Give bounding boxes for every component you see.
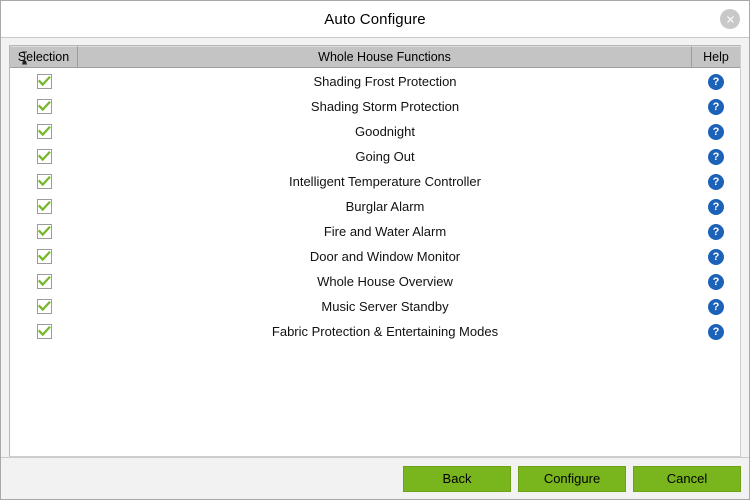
help-icon[interactable]: ?: [708, 73, 724, 90]
function-name: Fabric Protection & Entertaining Modes: [271, 324, 499, 339]
selection-cell: [10, 174, 78, 189]
table-row: Going Out?: [10, 144, 740, 169]
column-header-help-label: Help: [703, 50, 729, 64]
column-header-functions-label: Whole House Functions: [318, 50, 451, 64]
help-icon[interactable]: ?: [708, 223, 724, 240]
table-body: Shading Frost Protection? Shading Storm P…: [10, 68, 740, 456]
column-header-selection-label: Selection: [17, 50, 70, 64]
help-icon[interactable]: ?: [708, 248, 724, 265]
dialog-footer: Back Configure Cancel: [1, 457, 749, 499]
help-cell: ?: [692, 273, 740, 290]
table-row: Whole House Overview?: [10, 269, 740, 294]
help-cell: ?: [692, 148, 740, 165]
function-name: Burglar Alarm: [345, 199, 425, 214]
function-name: Going Out: [355, 149, 415, 164]
help-icon[interactable]: ?: [708, 148, 724, 165]
table-row: Burglar Alarm?: [10, 194, 740, 219]
selection-cell: [10, 299, 78, 314]
selection-cell: [10, 124, 78, 139]
configure-button[interactable]: Configure: [518, 465, 626, 492]
function-name: Door and Window Monitor: [309, 249, 461, 264]
close-icon[interactable]: [720, 9, 740, 29]
back-button[interactable]: Back: [403, 465, 511, 492]
table-row: Fire and Water Alarm?: [10, 219, 740, 244]
selection-cell: [10, 149, 78, 164]
row-checkbox[interactable]: [36, 149, 52, 164]
selection-cell: [10, 274, 78, 289]
function-name: Shading Frost Protection: [313, 74, 457, 89]
help-icon[interactable]: ?: [708, 298, 724, 315]
row-checkbox[interactable]: [36, 249, 52, 264]
row-checkbox[interactable]: [36, 299, 52, 314]
table-row: Shading Storm Protection?: [10, 94, 740, 119]
table-row: Door and Window Monitor?: [10, 244, 740, 269]
selection-cell: [10, 199, 78, 214]
row-checkbox[interactable]: [36, 99, 52, 114]
row-checkbox[interactable]: [36, 324, 52, 339]
selection-cell: [10, 224, 78, 239]
help-cell: ?: [692, 198, 740, 215]
function-name: Whole House Overview: [317, 274, 453, 289]
row-checkbox[interactable]: [36, 224, 52, 239]
function-name: Intelligent Temperature Controller: [289, 174, 481, 189]
cancel-button[interactable]: Cancel: [633, 465, 741, 492]
help-cell: ?: [692, 248, 740, 265]
table-row: Shading Frost Protection?: [10, 69, 740, 94]
row-checkbox[interactable]: [36, 174, 52, 189]
help-icon[interactable]: ?: [708, 273, 724, 290]
selection-cell: [10, 324, 78, 339]
dialog-body: Selection Whole House Functions Help Sha…: [1, 38, 749, 457]
row-checkbox[interactable]: [36, 199, 52, 214]
help-cell: ?: [692, 73, 740, 90]
function-name: Music Server Standby: [321, 299, 449, 314]
help-cell: ?: [692, 98, 740, 115]
functions-table: Selection Whole House Functions Help Sha…: [9, 45, 741, 457]
column-header-selection[interactable]: Selection: [10, 46, 78, 67]
table-header-row: Selection Whole House Functions Help: [10, 46, 740, 68]
selection-cell: [10, 99, 78, 114]
row-checkbox[interactable]: [36, 274, 52, 289]
table-row: Music Server Standby?: [10, 294, 740, 319]
function-name: Goodnight: [355, 124, 415, 139]
page-title: Auto Configure: [324, 10, 426, 28]
help-cell: ?: [692, 298, 740, 315]
column-header-functions[interactable]: Whole House Functions: [78, 46, 692, 67]
help-cell: ?: [692, 173, 740, 190]
table-row: Goodnight?: [10, 119, 740, 144]
selection-cell: [10, 249, 78, 264]
row-checkbox[interactable]: [36, 74, 52, 89]
column-header-help[interactable]: Help: [692, 46, 740, 67]
selection-cell: [10, 74, 78, 89]
help-cell: ?: [692, 223, 740, 240]
row-checkbox[interactable]: [36, 124, 52, 139]
help-cell: ?: [692, 123, 740, 140]
help-cell: ?: [692, 323, 740, 340]
help-icon[interactable]: ?: [708, 323, 724, 340]
help-icon[interactable]: ?: [708, 123, 724, 140]
help-icon[interactable]: ?: [708, 173, 724, 190]
help-icon[interactable]: ?: [708, 198, 724, 215]
title-bar: Auto Configure: [1, 1, 749, 38]
table-row: Fabric Protection & Entertaining Modes?: [10, 319, 740, 344]
function-name: Shading Storm Protection: [310, 99, 460, 114]
table-row: Intelligent Temperature Controller?: [10, 169, 740, 194]
function-name: Fire and Water Alarm: [323, 224, 447, 239]
auto-configure-dialog: Auto Configure Selection Whole House Fun…: [0, 0, 750, 500]
help-icon[interactable]: ?: [708, 98, 724, 115]
